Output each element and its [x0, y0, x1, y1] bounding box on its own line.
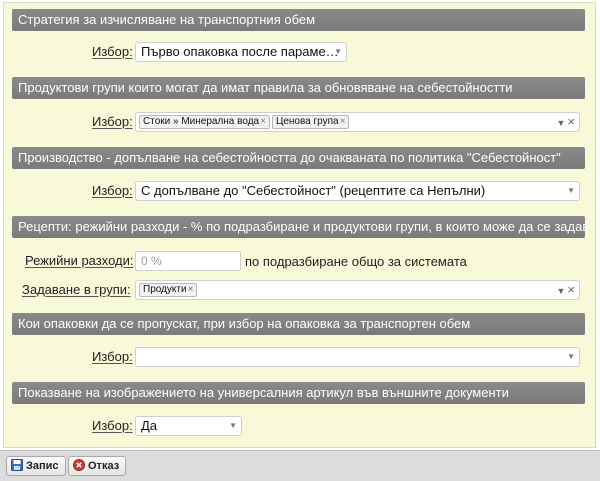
tag-mineral-water: Стоки » Минерална вода×	[139, 115, 270, 129]
transport-strategy-value: Първо опаковка после параме…	[141, 44, 339, 59]
universal-image-select[interactable]: Да ▼	[135, 416, 242, 436]
section-header-transport-strategy: Стратегия за изчисляване на транспортния…	[12, 9, 585, 31]
production-cost-label: Избор:	[92, 183, 133, 198]
form-toolbar: Запис Отказ	[0, 450, 600, 481]
section-header-skip-packaging: Кои опаковки да се пропускат, при избор …	[12, 313, 585, 335]
universal-image-value: Да	[141, 418, 158, 433]
remove-tag-icon[interactable]: ×	[340, 116, 346, 127]
overhead-costs-input[interactable]: 0 %	[135, 251, 241, 271]
chevron-down-icon: ▼	[567, 186, 575, 195]
groups-label: Задаване в групи:	[22, 282, 131, 297]
overhead-costs-label: Режийни разходи:	[25, 253, 134, 268]
save-button-label: Запис	[26, 460, 59, 472]
chevron-down-icon[interactable]: ▼	[556, 118, 565, 128]
tag-label: Продукти	[143, 284, 187, 295]
clear-icon[interactable]: ×	[567, 114, 575, 129]
chevron-down-icon[interactable]: ▼	[556, 286, 565, 296]
section-header-production-cost: Производство - допълване на себестойност…	[12, 147, 585, 169]
tag-label: Стоки » Минерална вода	[143, 116, 260, 127]
universal-image-label: Избор:	[92, 418, 133, 433]
transport-strategy-label: Избор:	[92, 44, 133, 59]
product-groups-multiselect[interactable]: Стоки » Минерална вода× Ценова група× ▼ ×	[135, 112, 580, 132]
tag-label: Ценова група	[275, 116, 339, 127]
tag-products: Продукти×	[139, 283, 198, 297]
clear-icon[interactable]: ×	[567, 282, 575, 297]
cancel-button[interactable]: Отказ	[68, 456, 127, 476]
section-header-product-groups: Продуктови групи които могат да имат пра…	[12, 77, 585, 99]
chevron-down-icon: ▼	[229, 421, 237, 430]
save-button[interactable]: Запис	[6, 456, 66, 476]
skip-packaging-select[interactable]: ▼	[135, 347, 580, 367]
section-header-recipes-overhead: Рецепти: режийни разходи - % по подразби…	[12, 216, 585, 238]
floppy-disk-icon	[11, 459, 23, 471]
remove-tag-icon[interactable]: ×	[188, 284, 194, 295]
transport-strategy-select[interactable]: Първо опаковка после параме… ▼	[135, 42, 347, 62]
product-groups-label: Избор:	[92, 114, 133, 129]
cancel-circle-icon	[73, 459, 85, 471]
skip-packaging-label: Избор:	[92, 349, 133, 364]
overhead-costs-note: по подразбиране общо за системата	[245, 254, 467, 269]
multiselect-controls: ▼ ×	[556, 281, 575, 300]
chevron-down-icon: ▼	[334, 47, 342, 56]
multiselect-controls: ▼ ×	[556, 113, 575, 132]
production-cost-value: С допълване до "Себестойност" (рецептите…	[141, 183, 486, 198]
cancel-button-label: Отказ	[88, 460, 120, 472]
production-cost-select[interactable]: С допълване до "Себестойност" (рецептите…	[135, 181, 580, 201]
chevron-down-icon: ▼	[567, 352, 575, 361]
section-header-universal-image: Показване на изображението на универсалн…	[12, 382, 585, 404]
tag-price-group: Ценова група×	[271, 115, 350, 129]
groups-multiselect[interactable]: Продукти× ▼ ×	[135, 280, 580, 300]
remove-tag-icon[interactable]: ×	[260, 116, 266, 127]
